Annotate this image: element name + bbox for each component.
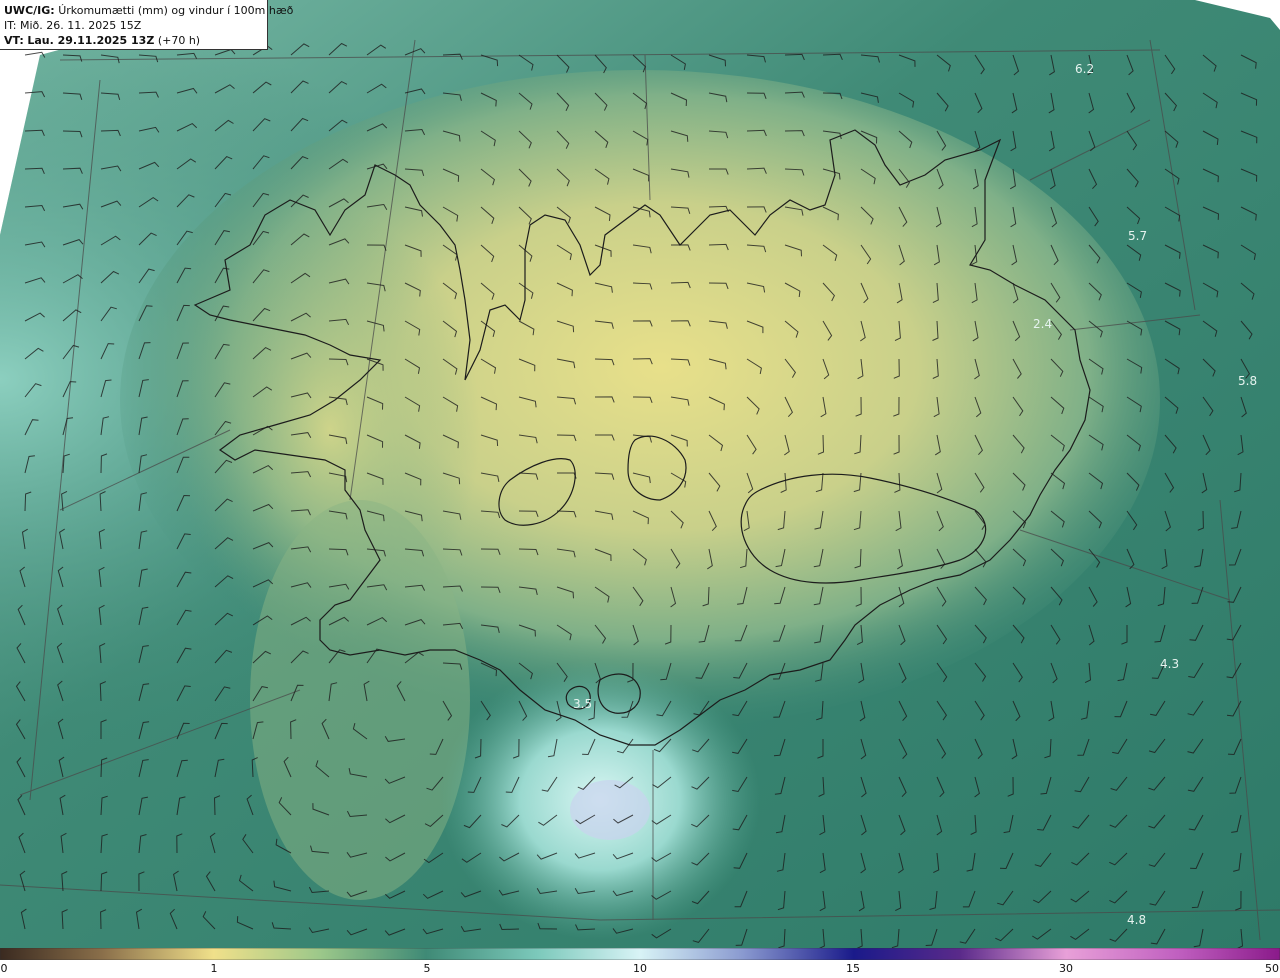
colorbar-tick: 30 [1059,962,1073,975]
map-label: 3.5 [573,697,592,711]
colorbar-tick: 0 [0,962,8,975]
colorbar-labels: 0 1 5 10 15 30 50 [0,962,1280,978]
map-label: 5.8 [1238,374,1257,388]
valid-label: VT: [4,34,24,47]
valid-time-line: VT: Lau. 29.11.2025 13Z (+70 h) [4,33,263,48]
model-label: UWC/IG: [4,4,55,17]
map-label: 6.2 [1075,62,1094,76]
map-header: UWC/IG: Úrkomumætti (mm) og vindur í 100… [0,0,293,50]
valid-time: Lau. 29.11.2025 13Z [27,34,155,47]
product-title: Úrkomumætti (mm) og vindur í 100m hæð [58,4,294,17]
map-label: 4.3 [1160,657,1179,671]
colorbar-tick: 15 [846,962,860,975]
weather-map: 6.2 5.7 5.8 2.4 4.3 3.5 4.8 [0,0,1280,948]
map-label: 4.8 [1127,913,1146,927]
colorbar-tick: 50 [1265,962,1279,975]
map-label: 5.7 [1128,229,1147,243]
lead-time: (+70 h) [157,34,201,47]
colorbar [0,948,1280,960]
map-label: 2.4 [1033,317,1052,331]
colorbar-tick: 1 [210,962,218,975]
init-time: IT: Mið. 26. 11. 2025 15Z [4,19,142,32]
colorbar-tick: 5 [423,962,431,975]
title-line: UWC/IG: Úrkomumætti (mm) og vindur í 100… [4,3,293,18]
colorbar-tick: 10 [633,962,647,975]
